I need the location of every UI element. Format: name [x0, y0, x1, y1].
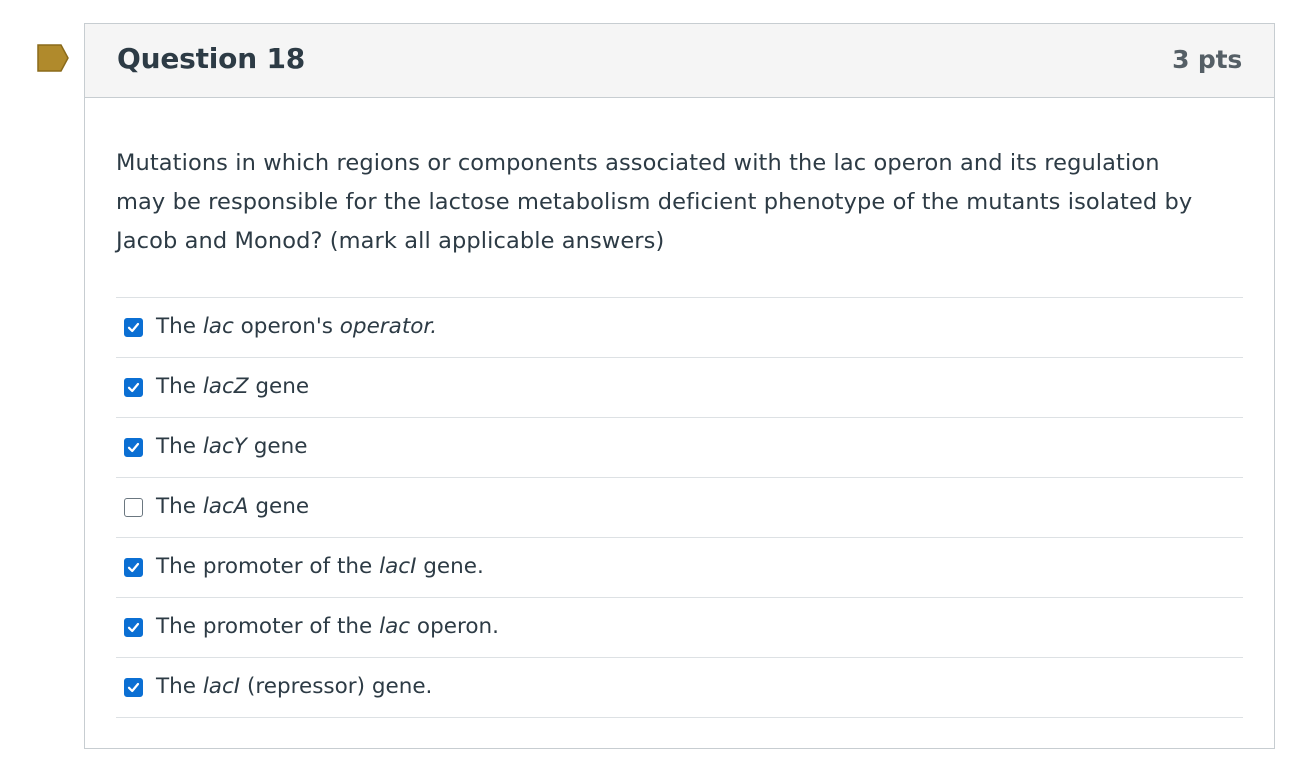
answer-label: The lacY gene: [156, 432, 308, 462]
checkmark-icon: [127, 442, 140, 453]
checkbox-checked[interactable]: [124, 438, 143, 457]
answer-label-text: gene.: [416, 554, 484, 579]
answer-label-text: gene: [246, 434, 308, 459]
answer-label-text: The: [156, 674, 203, 699]
answer-option[interactable]: The promoter of the lac operon.: [116, 598, 1243, 658]
answer-option[interactable]: The lacA gene: [116, 478, 1243, 538]
question-title: Question 18: [117, 42, 306, 75]
answer-label-italic: operator.: [339, 314, 438, 339]
checkbox-checked[interactable]: [124, 378, 143, 397]
checkbox-checked[interactable]: [124, 618, 143, 637]
checkmark-icon: [127, 562, 140, 573]
checkbox-checked[interactable]: [124, 318, 143, 337]
question-header: Question 18 3 pts: [85, 24, 1274, 98]
answer-label: The lac operon's operator.: [156, 312, 437, 342]
answer-label-italic: lacZ: [202, 374, 249, 399]
answer-label-text: operon's: [233, 314, 340, 339]
answer-label-italic: lacY: [202, 434, 247, 459]
checkmark-icon: [127, 322, 140, 333]
checkbox-unchecked[interactable]: [124, 498, 143, 517]
question-points: 3 pts: [1172, 45, 1242, 74]
checkbox-checked[interactable]: [124, 558, 143, 577]
flag-question-icon[interactable]: [37, 44, 69, 72]
answer-label-text: The: [156, 434, 203, 459]
answer-label-italic: lac: [379, 614, 411, 639]
answer-label-text: gene: [248, 374, 310, 399]
answer-label-text: operon.: [410, 614, 499, 639]
answer-option[interactable]: The lacY gene: [116, 418, 1243, 478]
checkmark-icon: [127, 682, 140, 693]
answer-label-italic: lacI: [379, 554, 417, 579]
answer-label-text: The: [156, 314, 203, 339]
question-prompt: Mutations in which regions or components…: [116, 150, 1193, 254]
answer-label-text: The promoter of the: [156, 554, 380, 579]
flag-icon: [37, 44, 69, 72]
answer-label-text: (repressor) gene.: [240, 674, 433, 699]
answer-label: The promoter of the lacI gene.: [156, 552, 484, 582]
answer-option[interactable]: The lacI (repressor) gene.: [116, 658, 1243, 718]
answer-option[interactable]: The lacZ gene: [116, 358, 1243, 418]
answer-label: The lacI (repressor) gene.: [156, 672, 432, 702]
answer-label-text: The: [156, 494, 203, 519]
answer-label-italic: lac: [202, 314, 234, 339]
answer-list: The lac operon's operator. The lacZ gene T…: [116, 297, 1243, 718]
checkbox-checked[interactable]: [124, 678, 143, 697]
answer-label: The promoter of the lac operon.: [156, 612, 499, 642]
answer-option[interactable]: The promoter of the lacI gene.: [116, 538, 1243, 598]
answer-label: The lacA gene: [156, 492, 309, 522]
answer-label-italic: lacI: [202, 674, 241, 699]
answer-label-text: The: [156, 374, 203, 399]
answer-label-italic: lacA: [202, 494, 249, 519]
checkmark-icon: [127, 382, 140, 393]
answer-label-text: gene: [248, 494, 310, 519]
answer-label: The lacZ gene: [156, 372, 309, 402]
answer-label-text: The promoter of the: [156, 614, 380, 639]
checkmark-icon: [127, 622, 140, 633]
answer-option[interactable]: The lac operon's operator.: [116, 298, 1243, 358]
